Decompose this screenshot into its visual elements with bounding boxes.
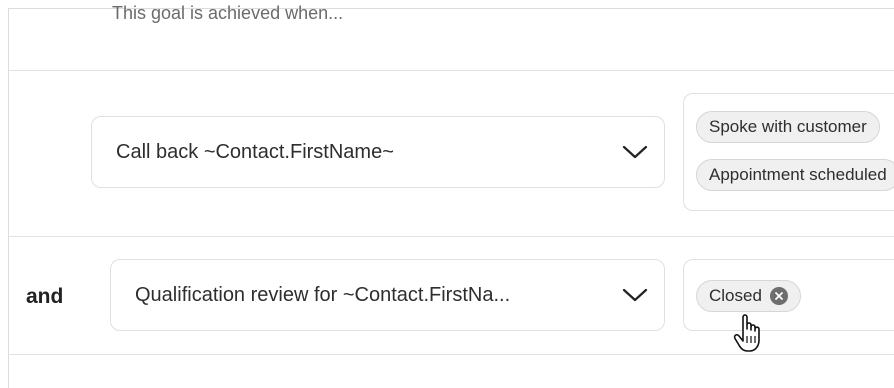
row-divider — [8, 70, 894, 71]
row-divider — [8, 354, 894, 355]
outcome-tags-row-2[interactable]: Closed — [683, 259, 894, 331]
chevron-down-icon[interactable] — [620, 280, 650, 310]
task-select-row-2[interactable]: Qualification review for ~Contact.FirstN… — [110, 259, 665, 331]
task-select-row-1[interactable]: Call back ~Contact.FirstName~ — [91, 116, 665, 188]
hand-pointer-icon — [732, 314, 764, 354]
outcome-chip-label: Closed — [709, 286, 762, 305]
goal-header-text: This goal is achieved when... — [112, 3, 344, 23]
outcome-chip[interactable]: Closed — [696, 280, 801, 312]
row-connector-label: and — [26, 285, 64, 308]
outcome-chip[interactable]: Appointment scheduled — [696, 159, 894, 191]
chevron-down-icon[interactable] — [620, 137, 650, 167]
outcome-tags-row-1[interactable]: Spoke with customer Appointment schedule… — [683, 93, 894, 211]
outcome-chip-label: Appointment scheduled — [709, 165, 887, 184]
task-select-value: Call back ~Contact.FirstName~ — [116, 140, 394, 163]
outcome-chip[interactable]: Spoke with customer — [696, 111, 880, 143]
outcome-chip-label: Spoke with customer — [709, 117, 867, 136]
close-circle-icon[interactable] — [769, 287, 788, 305]
row-divider — [8, 236, 894, 237]
task-select-value: Qualification review for ~Contact.FirstN… — [135, 283, 511, 306]
